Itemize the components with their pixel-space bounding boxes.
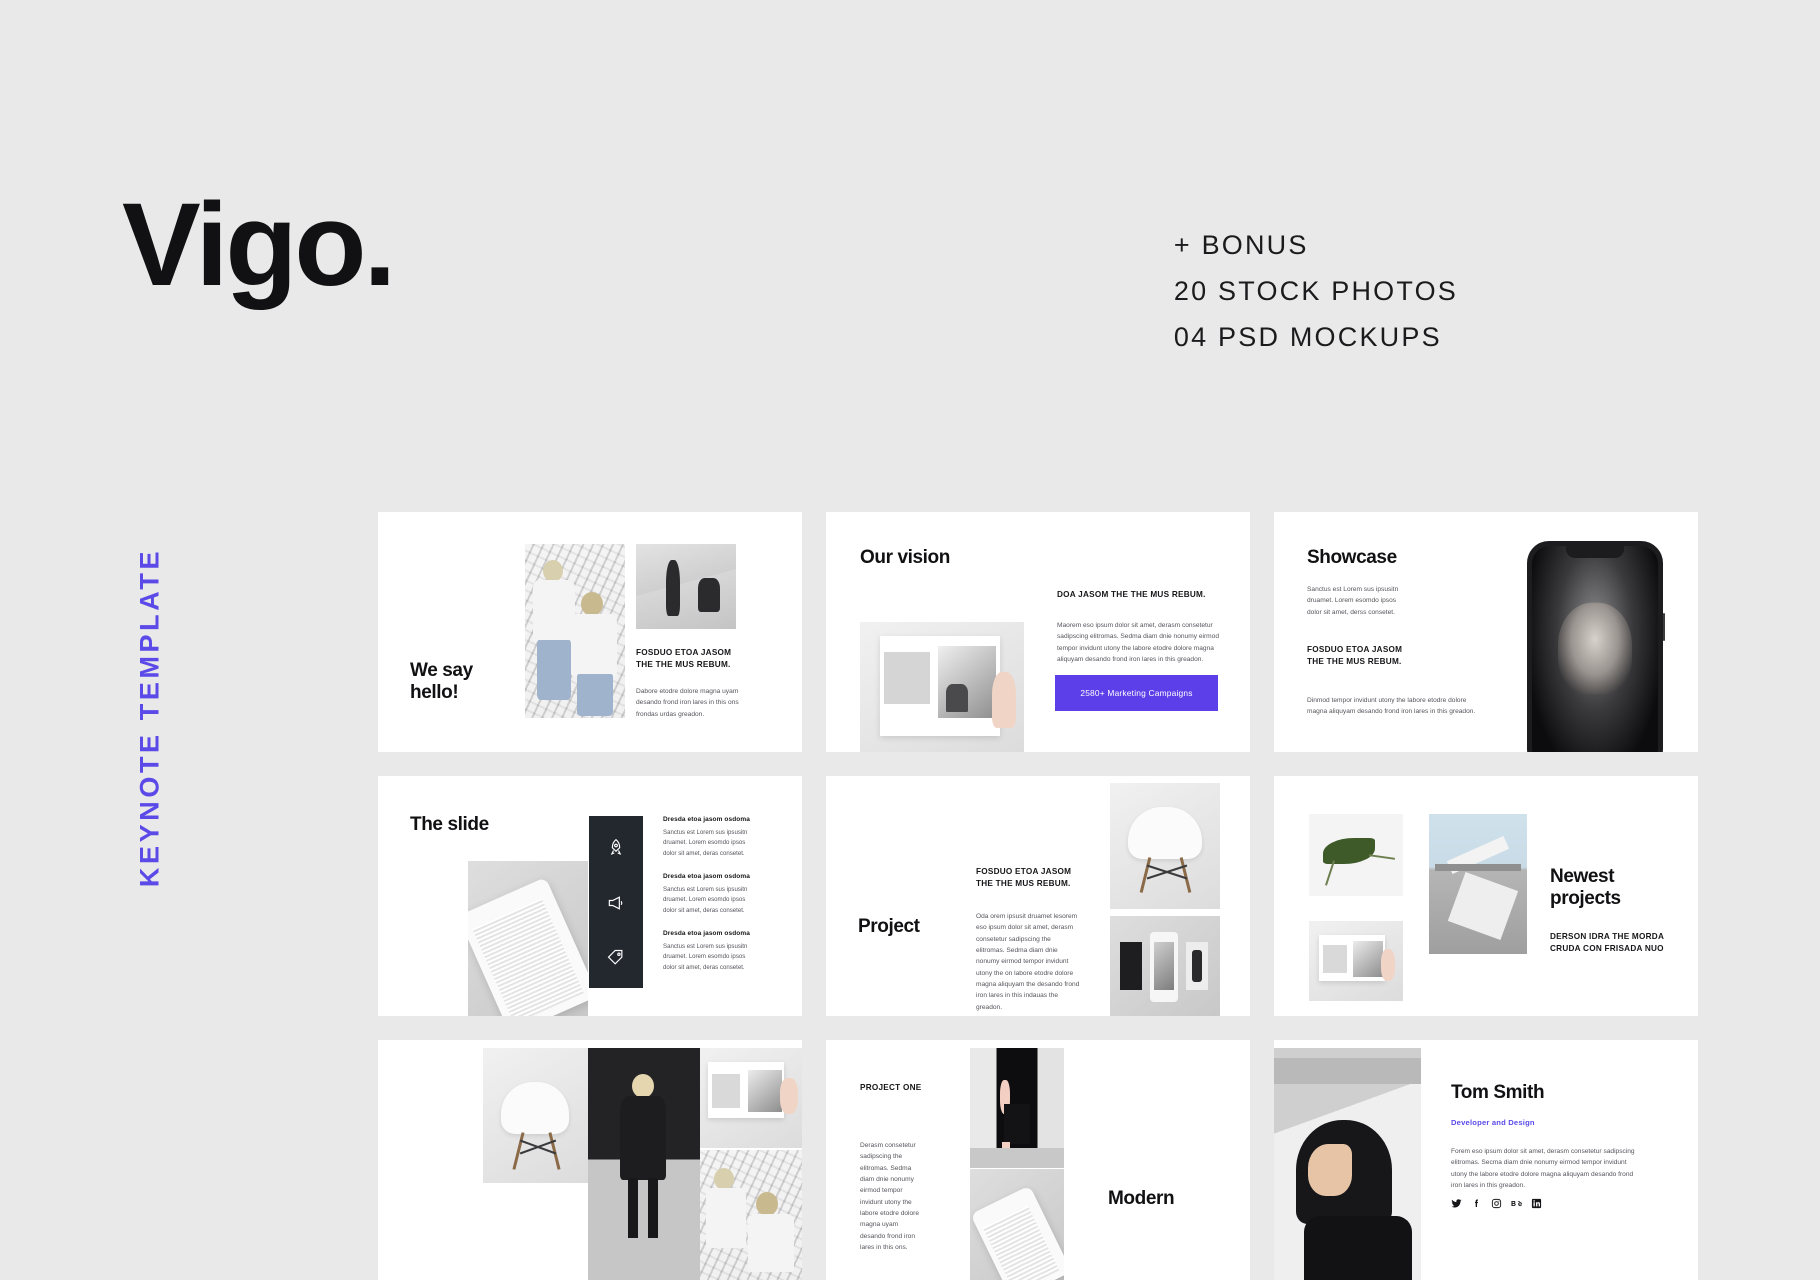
photo-wall-duo [636,544,736,629]
slide-our-vision[interactable]: Our vision DOA JASOM THE THE MUS REBUM. … [826,512,1250,752]
twitter-icon[interactable] [1451,1198,1462,1209]
facebook-icon[interactable] [1471,1198,1482,1209]
marketing-campaigns-button[interactable]: 2580+ Marketing Campaigns [1055,675,1218,711]
photo-chair [1110,783,1220,909]
feature-body: Sanctus est Lorem sus ipsusitn druamet. … [663,829,748,857]
slide-we-say-hello[interactable]: We say hello! FOSDUO ETOA JASOM THE THE … [378,512,802,752]
feature-body: Sanctus est Lorem sus ipsusitn druamet. … [663,886,748,914]
linkedin-icon[interactable] [1531,1198,1542,1209]
photo-phone-grid [1110,916,1220,1016]
slide-body-bottom: Dinmod tempor invidunt utony the labore … [1307,697,1476,716]
slide-body: Oda orem ipsusit druamet lesorem eso ips… [976,913,1080,1011]
feature-heading: Dresda etoa jasom osdoma [663,930,750,937]
slide-modern[interactable]: PROJECT ONE Derasm consetetur sadipscing… [826,1040,1250,1280]
megaphone-icon [606,893,626,913]
slide-showcase[interactable]: Showcase Sanctus est Lorem sus ipsusitn … [1274,512,1698,752]
slide-title: We say hello! [410,660,473,704]
photo-phone-mockup [970,1169,1064,1280]
slide-title: Showcase [1307,547,1397,568]
photo-tablet-mockup [468,861,588,1016]
slide-title: Modern [1108,1188,1175,1209]
page-title: Vigo. [122,179,396,311]
slide-role: Developer and Design [1451,1118,1535,1127]
photo-book-hand [700,1048,802,1148]
slide-heading: DOA JASOM THE THE MUS REBUM. [1057,590,1206,599]
slide-tom-smith[interactable]: Tom Smith Developer and Design Forem eso… [1274,1040,1698,1280]
photo-architecture [1429,814,1527,954]
bonus-line-1: + BONUS [1173,230,1309,260]
slide-gallery[interactable] [378,1040,802,1280]
rocket-icon [606,838,626,858]
tag-icon [606,948,626,968]
slide-title: Project [858,916,920,937]
slide-grid: We say hello! FOSDUO ETOA JASOM THE THE … [378,512,1698,1280]
bonus-line-3: 04 PSD MOCKUPS [1173,322,1442,352]
photo-chair [483,1048,588,1183]
instagram-icon[interactable] [1491,1198,1502,1209]
photo-street-pair [525,544,625,718]
photo-magazine-spread [860,622,1024,752]
photo-doorway [970,1048,1064,1168]
social-links [1451,1198,1542,1209]
slide-newest-projects[interactable]: Newest projects DERSON IDRA THE MORDA CR… [1274,776,1698,1016]
slide-body: Maorem eso ipsum dolor sit amet, derasm … [1057,622,1219,663]
slide-heading: FOSDUO ETOA JASOM THE THE MUS REBUM. [976,867,1072,888]
keynote-template-label: KEYNOTE TEMPLATE [134,547,165,888]
slide-the-slide[interactable]: The slide Dresda etoa jasom osdoma Sanct… [378,776,802,1016]
slide-project[interactable]: Project FOSDUO ETOA JASOM THE THE MUS RE… [826,776,1250,1016]
photo-street-pair [700,1150,802,1280]
slide-body: Dabore etodre dolore magna uyam desando … [636,688,739,718]
slide-body: Derasm consetetur sadipscing the elitrom… [860,1142,920,1251]
slide-heading: DERSON IDRA THE MORDA CRUDA CON FRISADA … [1550,932,1664,953]
photo-book-hand [1309,921,1403,1001]
feature-item: Dresda etoa jasom osdoma Sanctus est Lor… [663,930,759,973]
behance-icon[interactable] [1511,1198,1522,1209]
slide-heading: FOSDUO ETOA JASOM THE THE MUS REBUM. [1307,645,1403,666]
feature-item: Dresda etoa jasom osdoma Sanctus est Lor… [663,873,759,916]
slide-heading: PROJECT ONE [860,1083,922,1092]
slide-title: Our vision [860,547,950,568]
slide-title: The slide [410,814,489,835]
feature-heading: Dresda etoa jasom osdoma [663,816,750,823]
slide-title: Tom Smith [1451,1082,1545,1103]
slide-title: Newest projects [1550,866,1621,910]
feature-item: Dresda etoa jasom osdoma Sanctus est Lor… [663,816,759,859]
bonus-list: + BONUS 20 STOCK PHOTOS 04 PSD MOCKUPS [1174,222,1458,360]
slide-body: Forem eso ipsum dolor sit amet, derasm c… [1451,1148,1635,1189]
slide-body-top: Sanctus est Lorem sus ipsusitn druamet. … [1307,586,1399,616]
phone-mockup [1527,541,1665,752]
photo-portrait-hoodie [1274,1048,1421,1280]
bonus-line-2: 20 STOCK PHOTOS [1173,276,1458,306]
feature-heading: Dresda etoa jasom osdoma [663,873,750,880]
dark-icon-panel [589,816,643,988]
feature-body: Sanctus est Lorem sus ipsusitn druamet. … [663,943,748,971]
slide-heading: FOSDUO ETOA JASOM THE THE MUS REBUM. [636,648,732,669]
photo-leaf [1309,814,1403,896]
photo-fence-portrait [588,1048,700,1280]
